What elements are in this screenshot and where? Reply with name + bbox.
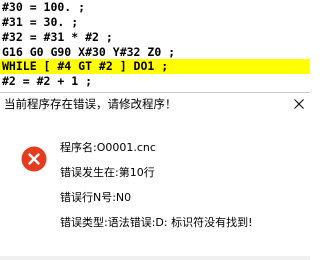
dialog-titlebar: 当前程序存在错误，请修改程序！ <box>0 92 310 114</box>
close-icon <box>294 98 304 109</box>
error-location-text: 错误发生在:第10行 <box>60 166 155 179</box>
error-dialog: 当前程序存在错误，请修改程序！ 程序名:O0001.cnc 错误发生在:第10行… <box>0 92 310 260</box>
dialog-body: 程序名:O0001.cnc 错误发生在:第10行 错误行N号:N0 错误类型:语… <box>0 114 310 260</box>
code-editor[interactable]: #30 = 100. ; #31 = 30. ; #32 = #31 * #2 … <box>0 0 310 92</box>
error-icon <box>21 146 47 172</box>
code-line[interactable]: #32 = #31 * #2 ; <box>2 30 113 45</box>
close-button[interactable] <box>288 93 310 114</box>
error-type-text: 错误类型:语法错误:D: 标识符没有找到! <box>60 216 253 229</box>
code-line-highlighted[interactable]: WHILE [ #4 GT #2 ] DO1 ; <box>0 59 310 74</box>
code-line[interactable]: #2 = #2 + 1 ; <box>2 74 92 89</box>
error-line-number-text: 错误行N号:N0 <box>60 191 132 204</box>
dialog-title: 当前程序存在错误，请修改程序！ <box>4 97 177 111</box>
code-line[interactable]: #31 = 30. ; <box>2 15 78 30</box>
dialog-bottom-strip <box>0 256 310 260</box>
code-line[interactable]: #30 = 100. ; <box>2 0 85 15</box>
program-name-text: 程序名:O0001.cnc <box>60 141 156 154</box>
code-line[interactable]: G16 G0 G90 X#30 Y#32 Z0 ; <box>2 45 175 60</box>
